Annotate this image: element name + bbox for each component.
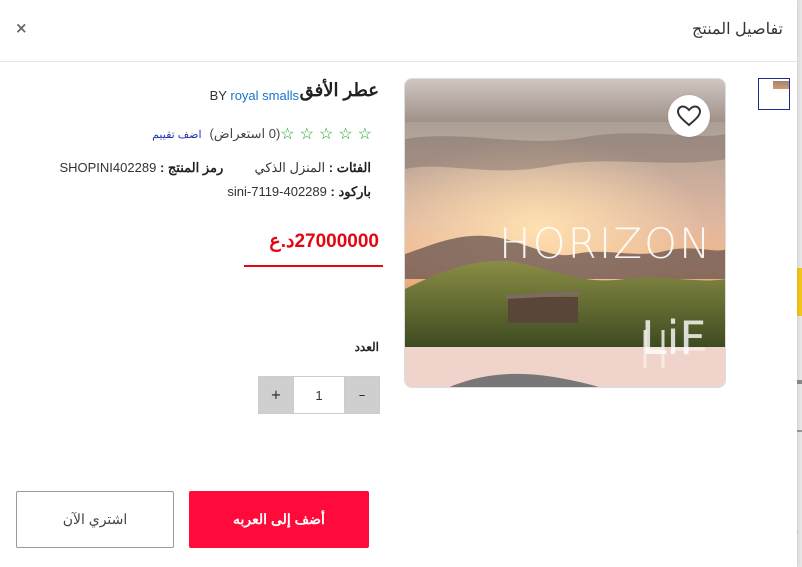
image-watermark: HORIZON xyxy=(499,219,713,268)
by-label: BY xyxy=(209,88,227,103)
price-underline xyxy=(244,265,383,267)
background-divider xyxy=(797,430,802,432)
review-count: (0 استعراض) xyxy=(209,126,281,141)
quantity-label: العدد xyxy=(354,340,379,354)
product-price: 27000000د.ع xyxy=(269,231,379,252)
product-details-modal: × تفاصيل المنتج HORIZON LiF عطر الأفق BY… xyxy=(0,0,797,567)
background-page-edge xyxy=(797,0,802,567)
quantity-decrement-button[interactable]: – xyxy=(345,377,379,413)
brand-link[interactable]: royal smalls xyxy=(230,88,299,103)
wishlist-button[interactable] xyxy=(668,95,710,137)
image-thumbnail[interactable] xyxy=(758,78,790,110)
quantity-increment-button[interactable]: + xyxy=(259,377,293,413)
barcode-value: sini-7119-402289 xyxy=(227,184,327,199)
heart-icon xyxy=(677,105,701,127)
product-brand-line: BY royal smalls xyxy=(210,88,299,103)
rating-row: ☆☆☆☆☆ (0 استعراض) اضف تقييم xyxy=(152,124,377,144)
quantity-stepper: + – xyxy=(258,376,380,414)
image-watermark-partial: LiF xyxy=(641,311,706,365)
sku-value: SHOPINI402289 xyxy=(59,160,157,175)
product-categories-sku: الفئات : المنزل الذكي رمز المنتج : SHOPI… xyxy=(59,160,371,176)
sku-label: رمز المنتج : xyxy=(159,160,224,175)
background-divider xyxy=(797,380,802,384)
buy-now-button[interactable]: اشتري الآن xyxy=(16,491,174,548)
modal-header: × تفاصيل المنتج xyxy=(0,0,797,62)
quantity-input[interactable] xyxy=(293,377,345,413)
star-outline-icon[interactable]: ☆☆☆☆☆ xyxy=(280,124,377,144)
background-yellow-strip xyxy=(797,268,802,316)
modal-title: تفاصيل المنتج xyxy=(692,21,783,38)
add-review-link[interactable]: اضف تقييم xyxy=(152,128,201,141)
barcode-label: باركود : xyxy=(330,184,372,199)
categories-label: الفئات : xyxy=(328,160,371,175)
add-to-cart-button[interactable]: أضف إلى العربه xyxy=(189,491,369,548)
product-name: عطر الأفق xyxy=(299,80,379,100)
product-barcode: باركود : sini-7119-402289 xyxy=(227,184,371,200)
close-icon[interactable]: × xyxy=(15,19,28,37)
categories-value[interactable]: المنزل الذكي xyxy=(254,160,325,175)
